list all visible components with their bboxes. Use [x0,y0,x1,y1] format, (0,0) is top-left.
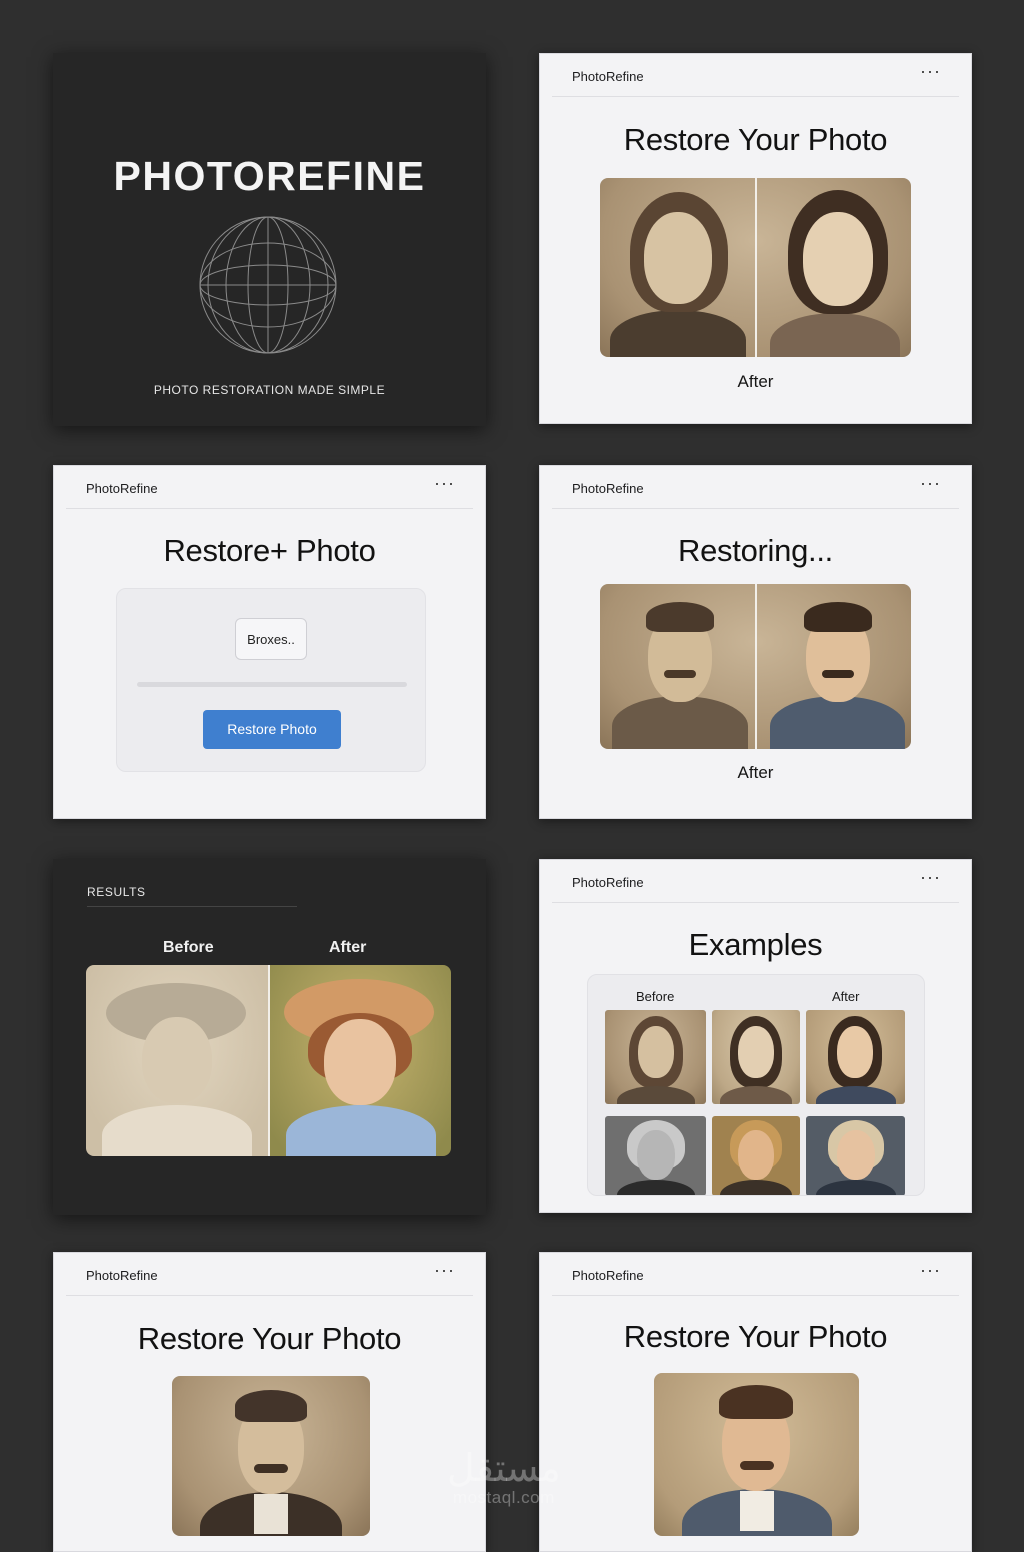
page-title: Restore Your Photo [623,1319,888,1354]
portrait-hair [646,602,714,632]
example-thumbnail[interactable] [806,1010,905,1104]
mustache [740,1461,774,1470]
mustache [254,1464,288,1473]
after-label: After [832,989,860,1004]
page-title: Restoring... [678,533,833,568]
portrait-hair [804,602,872,632]
portrait-body [612,696,748,749]
portrait-face [637,1130,675,1180]
portrait-hair [235,1390,307,1422]
brand-name: PhotoRefine [86,481,158,496]
page-title: Restore Your Photo [623,122,888,157]
watermark-glyph: مستقل [447,1446,561,1490]
more-menu-icon[interactable]: ··· [920,62,941,80]
page-title: Examples [688,927,823,962]
browse-button[interactable]: Broxes.. [235,618,307,660]
hero-title: PHOTOREFINE [113,153,426,199]
mustache [822,670,854,678]
top-bar: PhotoRefine ··· [552,1253,959,1296]
top-bar: PhotoRefine ··· [552,860,959,903]
top-bar: PhotoRefine ··· [552,54,959,97]
watermark-logo: مستقل mostaql.com [447,1448,561,1508]
portrait-body [617,1086,695,1104]
example-thumbnail[interactable] [712,1010,800,1104]
shirt-collar [254,1494,288,1534]
example-thumbnail[interactable] [712,1116,800,1195]
brand-name: PhotoRefine [572,69,644,84]
split-divider [755,584,757,749]
shirt-collar [740,1491,774,1531]
brand-name: PhotoRefine [572,875,644,890]
page-title: Restore+ Photo [163,533,376,568]
upload-progress-bar [137,682,407,687]
portrait-body [816,1180,896,1195]
portrait-body [770,696,905,749]
brand-name: PhotoRefine [86,1268,158,1283]
portrait-body [102,1105,252,1156]
restoring-screen-card: PhotoRefine ··· Restoring... After [539,465,972,819]
top-bar: PhotoRefine ··· [66,466,473,509]
restored-photo [654,1373,859,1536]
upload-panel: Broxes.. Restore Photo [116,588,426,772]
divider [87,906,297,907]
top-bar: PhotoRefine ··· [552,466,959,509]
portrait-hair [719,1385,793,1419]
restore-screen-card: PhotoRefine ··· Restore Your Photo [539,1252,972,1552]
brand-name: PhotoRefine [572,481,644,496]
globe-wireframe-icon [199,216,337,354]
hero-tagline: PHOTO RESTORATION MADE SIMPLE [153,383,386,397]
portrait-face [803,212,873,306]
results-card: RESULTS Before After [53,859,486,1215]
restore-screen-card: PhotoRefine ··· Restore Your Photo After [539,53,972,424]
portrait-face [324,1019,396,1105]
before-after-photo [600,584,911,749]
portrait-face [142,1017,212,1103]
results-heading: RESULTS [87,885,146,899]
portrait-body [770,313,900,357]
mustache [664,670,696,678]
after-label: After [329,939,367,956]
restore-screen-card: PhotoRefine ··· Restore Your Photo [53,1252,486,1552]
split-divider [755,178,757,357]
portrait-body [720,1180,792,1195]
photo-caption: After [737,372,774,391]
portrait-body [617,1180,695,1195]
portrait-body [720,1086,792,1104]
example-thumbnail[interactable] [806,1116,905,1195]
before-label: Before [163,939,214,956]
before-after-photo [86,965,451,1156]
more-menu-icon[interactable]: ··· [920,1261,941,1279]
portrait-face [837,1026,873,1078]
watermark-text: mostaql.com [452,1488,555,1507]
example-thumbnail[interactable] [605,1010,706,1104]
more-menu-icon[interactable]: ··· [920,474,941,492]
portrait-body [610,310,746,357]
brand-name: PhotoRefine [572,1268,644,1283]
more-menu-icon[interactable]: ··· [434,1261,455,1279]
portrait-face [638,1026,674,1078]
portrait-body [286,1105,436,1156]
page-title: Restore Your Photo [137,1321,402,1356]
photo-caption: After [737,763,774,782]
portrait-body [816,1086,896,1104]
restore-photo-button[interactable]: Restore Photo [203,710,341,749]
more-menu-icon[interactable]: ··· [434,474,455,492]
portrait-face [738,1026,774,1078]
more-menu-icon[interactable]: ··· [920,868,941,886]
example-thumbnail[interactable] [605,1116,706,1195]
hero-card: PHOTOREFINE PHOTO RESTORATION MADE SIMPL… [53,53,486,426]
examples-grid: Before After [587,974,925,1196]
portrait-face [644,212,712,304]
portrait-face [837,1130,875,1180]
examples-screen-card: PhotoRefine ··· Examples Before After [539,859,972,1213]
before-after-photo [600,178,911,357]
top-bar: PhotoRefine ··· [66,1253,473,1296]
upload-screen-card: PhotoRefine ··· Restore+ Photo Broxes.. … [53,465,486,819]
portrait-face [738,1130,774,1180]
uploaded-photo [172,1376,370,1536]
before-label: Before [636,989,675,1004]
